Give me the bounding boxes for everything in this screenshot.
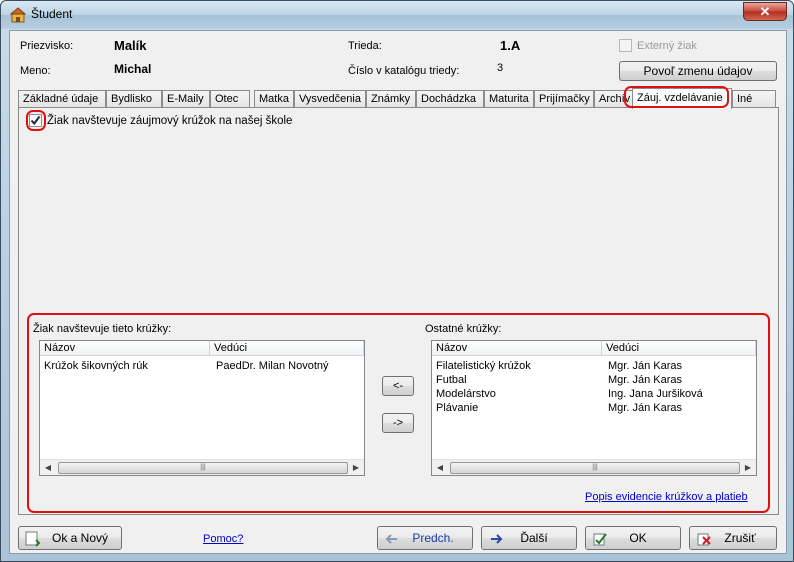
- student-window: Študent ✕ Priezvisko: Malík Meno: Michal…: [0, 0, 794, 562]
- tab-other[interactable]: Iné: [732, 90, 776, 108]
- column-name[interactable]: Názov: [40, 341, 210, 356]
- catalog-label: Číslo v katalógu triedy:: [348, 65, 460, 77]
- attends-club-checkbox[interactable]: [29, 114, 42, 127]
- club-name: Krúžok šikovných rúk: [44, 360, 148, 372]
- previous-label: Predch.: [412, 531, 454, 545]
- ok-new-button[interactable]: Ok a Nový: [18, 526, 122, 550]
- club-name: Modelárstvo: [436, 388, 496, 400]
- club-name: Plávanie: [436, 402, 479, 414]
- title-bar[interactable]: Študent ✕: [1, 1, 793, 29]
- name-label: Meno:: [20, 65, 51, 77]
- tab-archive[interactable]: Archív: [594, 90, 634, 108]
- ok-new-label: Ok a Nový: [51, 531, 108, 545]
- surname-value: Malík: [114, 38, 147, 53]
- table-row[interactable]: Filatelistický krúžok Mgr. Ján Karas: [432, 360, 756, 374]
- dialog-client: Priezvisko: Malík Meno: Michal Trieda: 1…: [9, 30, 787, 554]
- list-header: Názov Vedúci: [432, 341, 756, 356]
- external-student-checkbox[interactable]: [619, 39, 632, 52]
- cancel-button[interactable]: Zrušiť: [689, 526, 777, 550]
- surname-label: Priezvisko:: [20, 40, 74, 52]
- scroll-right-icon[interactable]: ▶: [742, 462, 754, 474]
- tab-admissions[interactable]: Prijímačky: [534, 90, 594, 108]
- left-list-title: Žiak navštevuje tieto krúžky:: [33, 323, 172, 335]
- attends-club-label: Žiak navštevuje záujmový krúžok na našej…: [47, 115, 293, 127]
- club-leader: Ing. Jana Juršiková: [608, 388, 703, 400]
- cancel-icon: [697, 533, 711, 546]
- club-leader: Mgr. Ján Karas: [608, 360, 682, 372]
- right-list-title: Ostatné krúžky:: [425, 323, 502, 335]
- scroll-right-icon[interactable]: ▶: [350, 462, 362, 474]
- scroll-left-icon[interactable]: ◀: [434, 462, 446, 474]
- table-row[interactable]: Modelárstvo Ing. Jana Juršiková: [432, 388, 756, 402]
- table-row[interactable]: Plávanie Mgr. Ján Karas: [432, 402, 756, 416]
- scroll-thumb[interactable]: |||: [450, 462, 740, 474]
- move-right-button[interactable]: ->: [382, 413, 414, 433]
- horizontal-scrollbar[interactable]: ◀ ||| ▶: [432, 459, 756, 475]
- column-name[interactable]: Názov: [432, 341, 602, 356]
- tab-residence[interactable]: Bydlisko: [106, 90, 162, 108]
- scroll-thumb[interactable]: |||: [58, 462, 348, 474]
- tab-attendance[interactable]: Dochádzka: [416, 90, 484, 108]
- previous-button[interactable]: Predch.: [377, 526, 473, 550]
- next-button[interactable]: Ďalší: [481, 526, 577, 550]
- next-label: Ďalší: [520, 531, 548, 545]
- other-clubs-list[interactable]: Názov Vedúci Filatelistický krúžok Mgr. …: [431, 340, 757, 476]
- window-title: Študent: [31, 7, 73, 21]
- checkmark-icon: [30, 115, 41, 126]
- external-student-label: Externý žiak: [637, 40, 697, 52]
- tab-certificates[interactable]: Vysvedčenia: [294, 90, 366, 108]
- checkmark-icon: [593, 533, 607, 546]
- name-value: Michal: [114, 62, 152, 76]
- cancel-label: Zrušiť: [724, 531, 756, 545]
- add-icon: [25, 531, 41, 547]
- allow-change-button[interactable]: Povoľ zmenu údajov: [619, 61, 777, 81]
- column-leader[interactable]: Vedúci: [210, 341, 364, 356]
- scroll-left-icon[interactable]: ◀: [42, 462, 54, 474]
- list-header: Názov Vedúci: [40, 341, 364, 356]
- tab-father[interactable]: Otec: [210, 90, 250, 108]
- attended-clubs-list[interactable]: Názov Vedúci Krúžok šikovných rúk PaedDr…: [39, 340, 365, 476]
- club-name: Futbal: [436, 374, 467, 386]
- club-leader: PaedDr. Milan Novotný: [216, 360, 329, 372]
- table-row[interactable]: Krúžok šikovných rúk PaedDr. Milan Novot…: [40, 360, 364, 374]
- ok-label: OK: [629, 531, 647, 545]
- tab-grades[interactable]: Známky: [366, 90, 416, 108]
- close-button[interactable]: ✕: [743, 2, 787, 21]
- arrow-right-icon: [491, 534, 503, 544]
- class-value: 1.A: [500, 38, 521, 53]
- catalog-value: 3: [497, 62, 504, 74]
- ok-button[interactable]: OK: [585, 526, 681, 550]
- tab-emails[interactable]: E-Maily: [162, 90, 210, 108]
- move-left-button[interactable]: <-: [382, 376, 414, 396]
- help-link[interactable]: Pomoc?: [203, 533, 243, 545]
- class-label: Trieda:: [348, 40, 382, 52]
- tab-maturita[interactable]: Maturita: [484, 90, 534, 108]
- tab-mother[interactable]: Matka: [254, 90, 294, 108]
- column-leader[interactable]: Vedúci: [602, 341, 756, 356]
- club-leader: Mgr. Ján Karas: [608, 374, 682, 386]
- clubs-description-link[interactable]: Popis evidencie krúžkov a platieb: [585, 491, 748, 503]
- club-name: Filatelistický krúžok: [436, 360, 531, 372]
- club-leader: Mgr. Ján Karas: [608, 402, 682, 414]
- student-icon: [10, 7, 26, 23]
- arrow-left-icon: [385, 534, 397, 544]
- tab-interest-education[interactable]: Záuj. vzdelávanie: [632, 88, 732, 109]
- interest-tab-panel: Žiak navštevuje záujmový krúžok na našej…: [18, 107, 779, 515]
- tab-strip: Základné údaje Bydlisko E-Maily Otec Mat…: [18, 88, 778, 109]
- horizontal-scrollbar[interactable]: ◀ ||| ▶: [40, 459, 364, 475]
- table-row[interactable]: Futbal Mgr. Ján Karas: [432, 374, 756, 388]
- tab-basic[interactable]: Základné údaje: [18, 90, 106, 108]
